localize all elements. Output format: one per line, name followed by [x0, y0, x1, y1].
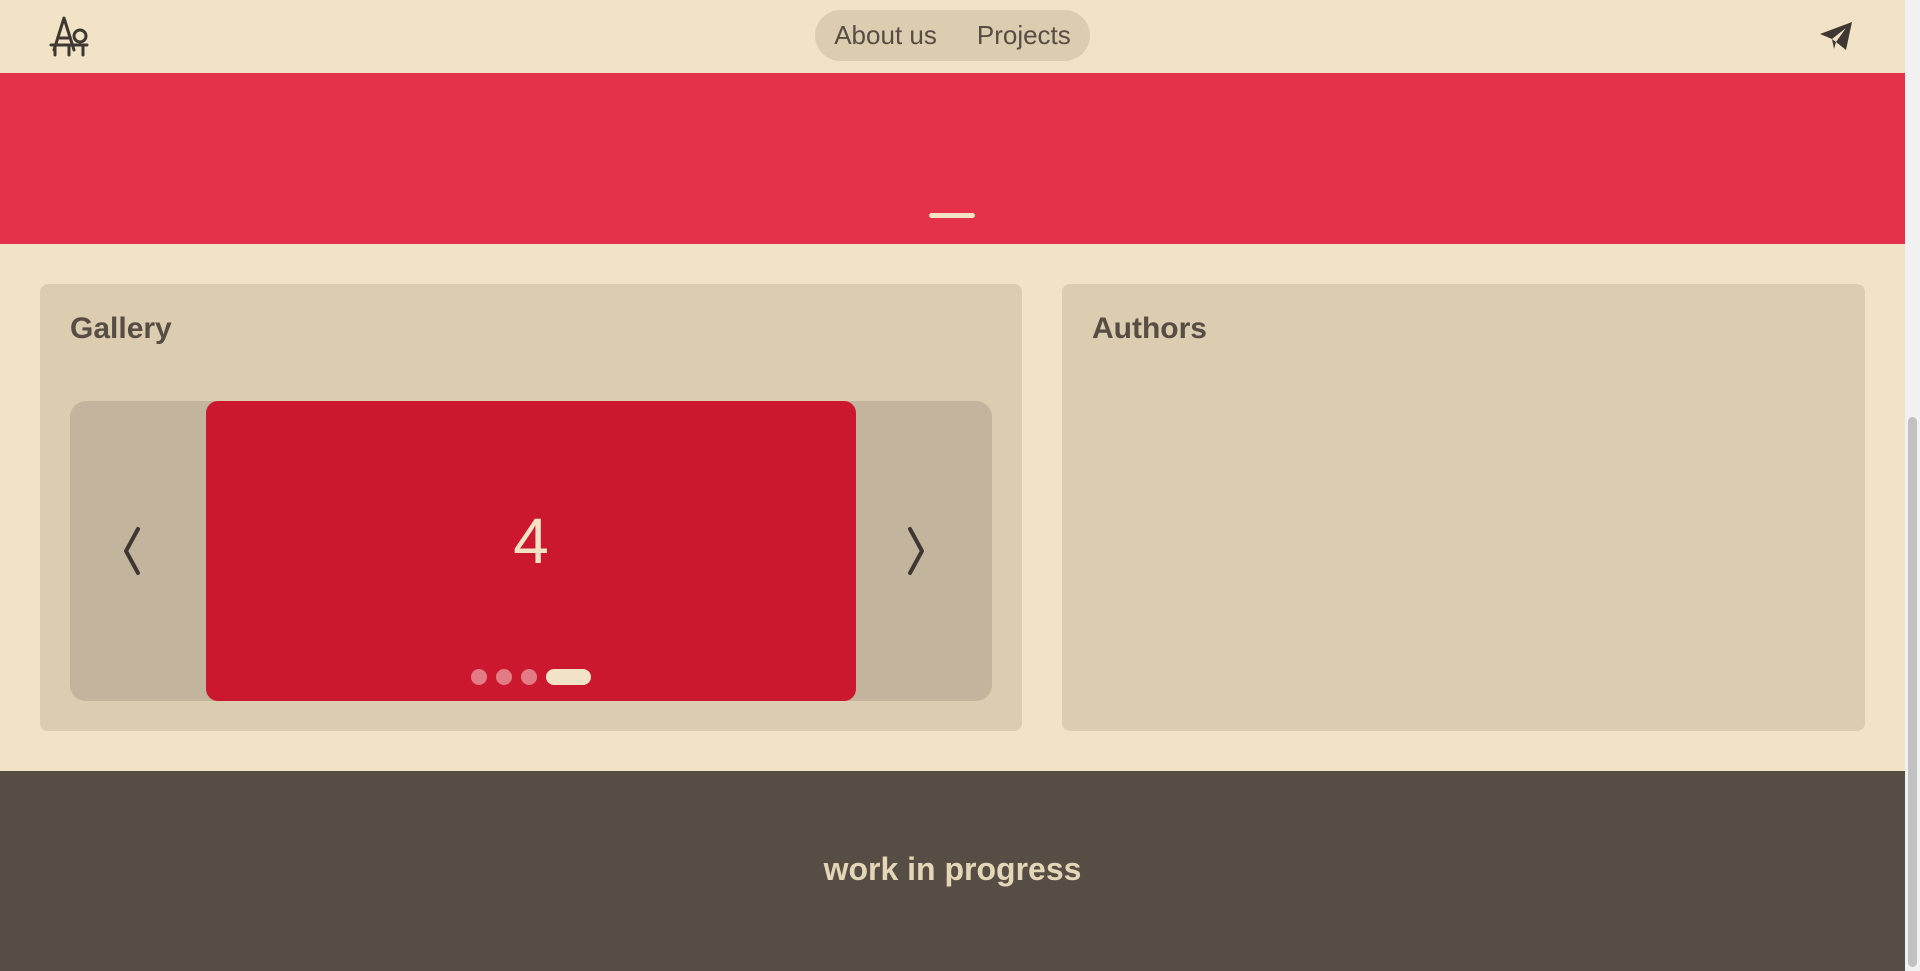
- slide-dot-4-active[interactable]: [546, 669, 591, 685]
- authors-card: Authors: [1062, 284, 1865, 731]
- gallery-card: Gallery 4: [40, 284, 1022, 731]
- gallery-carousel: 4: [70, 401, 992, 701]
- slide-dot-1[interactable]: [471, 669, 487, 685]
- site-footer: work in progress: [0, 771, 1905, 971]
- gallery-title: Gallery: [70, 312, 172, 345]
- nav-item-projects[interactable]: Projects: [977, 20, 1071, 51]
- hero-banner: [0, 73, 1905, 244]
- page: About us Projects Gallery 4 Authors work…: [0, 0, 1905, 971]
- authors-title: Authors: [1092, 312, 1207, 345]
- chevron-left-icon[interactable]: [112, 521, 152, 581]
- paper-plane-icon[interactable]: [1818, 20, 1854, 52]
- slide-dots: [206, 669, 856, 685]
- slide-dot-2[interactable]: [496, 669, 512, 685]
- site-header: About us Projects: [0, 0, 1905, 73]
- slide-number: 4: [513, 505, 549, 577]
- footer-text: work in progress: [823, 851, 1082, 887]
- nav-item-about-us[interactable]: About us: [834, 20, 937, 51]
- gallery-slide[interactable]: 4: [206, 401, 856, 701]
- chevron-right-icon[interactable]: [896, 521, 936, 581]
- scrollbar-thumb[interactable]: [1908, 417, 1917, 967]
- main-nav: About us Projects: [815, 10, 1090, 61]
- hero-slide-indicator[interactable]: [929, 213, 975, 218]
- slide-dot-3[interactable]: [521, 669, 537, 685]
- architect-logo-icon[interactable]: [48, 14, 92, 58]
